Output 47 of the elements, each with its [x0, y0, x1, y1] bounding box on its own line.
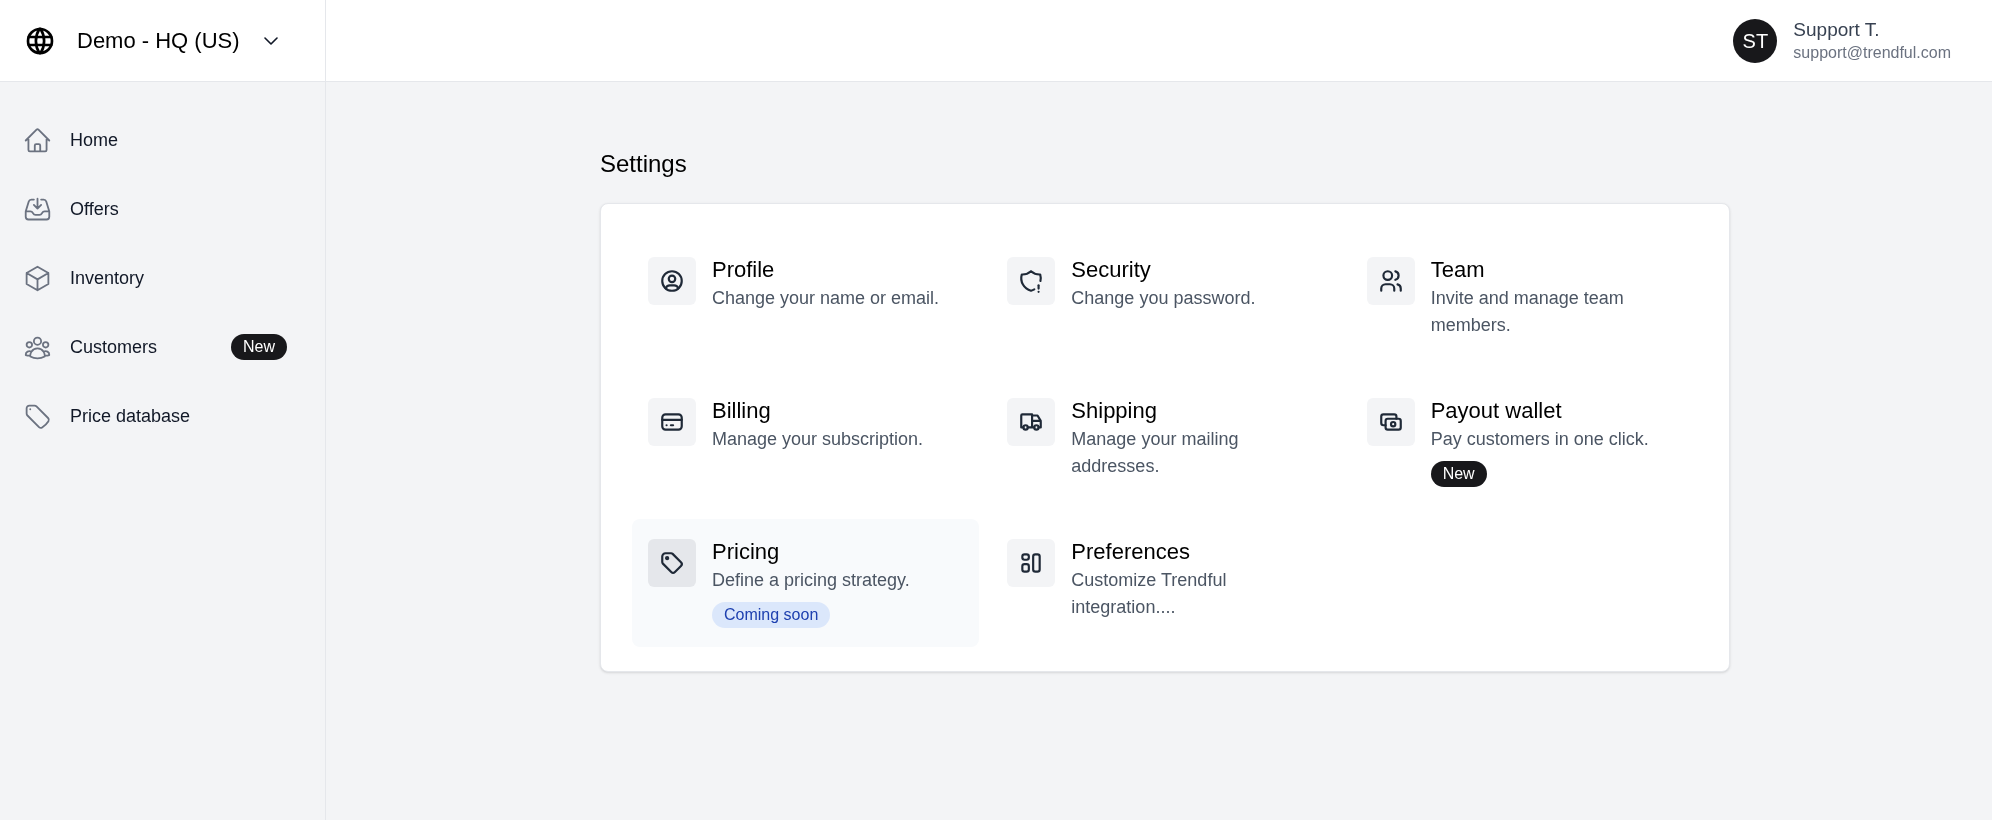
sidebar-item[interactable]: Price database [0, 392, 287, 440]
new-badge: New [231, 334, 287, 360]
settings-title: Security [1071, 257, 1152, 283]
truck-icon [1007, 398, 1056, 446]
settings-item[interactable]: Billing Manage your subscription. [632, 378, 980, 506]
users-icon [1366, 257, 1415, 305]
settings-title: Team [1430, 257, 1486, 283]
user-email: support@trendful.com [1793, 42, 1951, 63]
credit-card-icon [648, 398, 696, 446]
cash-icon [1366, 398, 1415, 446]
settings-item[interactable]: Payout wallet Pay customers in one click. New [1350, 378, 1698, 506]
tag-icon [648, 539, 696, 587]
chevron-down-icon [264, 36, 278, 45]
coming-soon-badge: Coming soon [712, 602, 831, 628]
settings-title: Payout wallet [1430, 398, 1563, 424]
cube-icon [23, 263, 52, 293]
settings-item[interactable]: Profile Change your name or email. [632, 237, 980, 365]
sidebar-item[interactable]: Inventory [0, 254, 287, 302]
sidebar-item[interactable]: Offers [0, 185, 287, 233]
settings-item[interactable]: Team Invite and manage team members. [1350, 237, 1698, 365]
sidebar-item[interactable]: Home [0, 116, 287, 164]
settings-item[interactable]: Shipping Manage your mailing addresses. [991, 378, 1339, 506]
settings-title: Shipping [1071, 398, 1158, 424]
new-badge: New [1430, 461, 1487, 487]
org-switcher[interactable]: Demo - HQ (US) [0, 0, 325, 82]
settings-title: Pricing [712, 539, 781, 565]
settings-description: Pay customers in one click. [1430, 428, 1650, 451]
settings-title: Profile [712, 257, 776, 283]
settings-description: Change your name or email. [712, 287, 941, 310]
settings-description: Manage your mailing addresses. [1071, 428, 1240, 478]
shield-icon [1007, 257, 1056, 305]
user-name: Support T. [1793, 17, 1881, 42]
settings-description: Customize Trendful integration.... [1071, 569, 1228, 619]
settings-description: Manage your subscription. [712, 428, 925, 451]
settings-item[interactable]: Security Change you password. [991, 237, 1339, 365]
avatar[interactable]: ST [1733, 18, 1778, 63]
settings-title: Preferences [1071, 539, 1191, 565]
settings-description: Invite and manage team members. [1430, 287, 1625, 337]
layout-icon [1007, 539, 1056, 587]
settings-item[interactable]: Preferences Customize Trendful integration.... [991, 519, 1339, 647]
settings-description: Change you password. [1071, 287, 1257, 310]
sidebar-item[interactable]: Customers New [0, 323, 287, 371]
page-title: Settings [600, 150, 688, 178]
settings-title: Billing [712, 398, 772, 424]
settings-item[interactable]: Pricing Define a pricing strategy. Coming soon [632, 519, 980, 647]
home-icon [23, 125, 52, 155]
settings-description: Define a pricing strategy. [712, 569, 911, 592]
